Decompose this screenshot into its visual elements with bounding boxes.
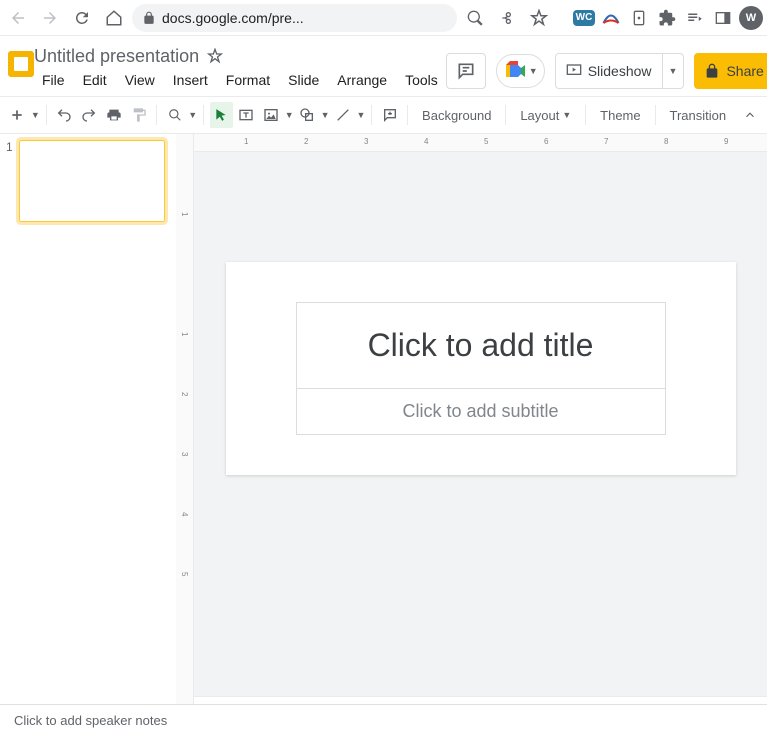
menu-slide[interactable]: Slide [280, 70, 327, 96]
extension-device-icon[interactable] [627, 6, 651, 30]
slide-number: 1 [6, 140, 13, 222]
explore-bar[interactable] [194, 696, 767, 704]
zoom-dropdown[interactable]: ▼ [188, 102, 197, 128]
canvas[interactable]: Click to add title Click to add subtitle [194, 152, 767, 704]
extension-wc-icon[interactable]: WC [573, 10, 595, 26]
subtitle-placeholder[interactable]: Click to add subtitle [296, 389, 666, 435]
format-toolbar: ▼ ▼ ▼ ▼ ▼ Background Layout▼ Theme Trans… [0, 96, 767, 134]
menu-tools[interactable]: Tools [397, 70, 446, 96]
line-dropdown[interactable]: ▼ [356, 102, 365, 128]
theme-button[interactable]: Theme [592, 102, 648, 128]
extensions-puzzle-icon[interactable] [655, 6, 679, 30]
lock-icon [142, 11, 156, 25]
background-button[interactable]: Background [414, 102, 499, 128]
slides-logo-icon[interactable] [8, 44, 34, 84]
horizontal-ruler[interactable]: 1 2 3 4 5 6 7 8 9 [194, 134, 767, 152]
print-button[interactable] [103, 102, 126, 128]
app-header: Untitled presentation File Edit View Ins… [0, 36, 767, 96]
meet-button[interactable]: ▼ [496, 54, 545, 88]
browser-toolbar: docs.google.com/pre... WC W [0, 0, 767, 36]
speaker-notes[interactable]: Click to add speaker notes [0, 704, 767, 740]
menu-arrange[interactable]: Arrange [329, 70, 395, 96]
star-document-icon[interactable] [207, 48, 223, 64]
slide-thumbnail[interactable]: 1 [6, 140, 170, 222]
line-tool[interactable] [332, 102, 355, 128]
meet-icon [503, 59, 527, 83]
transition-button[interactable]: Transition [662, 102, 735, 128]
undo-button[interactable] [53, 102, 76, 128]
paint-format-button[interactable] [127, 102, 150, 128]
main-area: 1 1 1 2 3 4 5 1 2 3 4 5 6 7 8 [0, 134, 767, 704]
lock-icon [704, 63, 720, 79]
play-icon [566, 63, 582, 79]
slide[interactable]: Click to add title Click to add subtitle [226, 262, 736, 475]
menu-view[interactable]: View [117, 70, 163, 96]
menu-file[interactable]: File [34, 70, 73, 96]
new-slide-button[interactable] [6, 102, 29, 128]
share-label: Share [726, 63, 763, 79]
bookmark-star-icon[interactable] [525, 4, 553, 32]
slide-thumbnail-preview[interactable] [19, 140, 165, 222]
shape-tool[interactable] [296, 102, 319, 128]
extension-playlist-icon[interactable] [683, 6, 707, 30]
slide-thumbnails-panel[interactable]: 1 [0, 134, 176, 704]
profile-avatar[interactable]: W [739, 6, 763, 30]
layout-button[interactable]: Layout▼ [512, 102, 579, 128]
reload-button[interactable] [68, 4, 96, 32]
image-tool[interactable] [260, 102, 283, 128]
menu-format[interactable]: Format [218, 70, 278, 96]
shape-dropdown[interactable]: ▼ [321, 102, 330, 128]
image-dropdown[interactable]: ▼ [285, 102, 294, 128]
zoom-button[interactable] [163, 102, 186, 128]
share-button[interactable]: Share [694, 53, 767, 89]
slideshow-label: Slideshow [588, 63, 652, 79]
extension-sidepanel-icon[interactable] [711, 6, 735, 30]
collapse-toolbar-button[interactable] [738, 102, 761, 128]
menu-edit[interactable]: Edit [75, 70, 115, 96]
back-button[interactable] [4, 4, 32, 32]
share-url-icon[interactable] [493, 4, 521, 32]
comments-button[interactable] [446, 53, 486, 89]
home-button[interactable] [100, 4, 128, 32]
slideshow-button[interactable]: Slideshow [555, 53, 663, 89]
new-slide-dropdown[interactable]: ▼ [31, 102, 40, 128]
select-tool[interactable] [210, 102, 233, 128]
comment-tool[interactable] [378, 102, 401, 128]
title-placeholder[interactable]: Click to add title [296, 302, 666, 389]
address-bar[interactable]: docs.google.com/pre... [132, 4, 457, 32]
url-text: docs.google.com/pre... [162, 10, 304, 26]
extension-swoosh-icon[interactable] [599, 6, 623, 30]
slideshow-dropdown[interactable]: ▼ [663, 53, 685, 89]
document-title[interactable]: Untitled presentation [34, 46, 199, 67]
textbox-tool[interactable] [235, 102, 258, 128]
zoom-icon[interactable] [461, 4, 489, 32]
redo-button[interactable] [78, 102, 101, 128]
vertical-ruler[interactable]: 1 1 2 3 4 5 [176, 134, 194, 704]
chevron-down-icon: ▼ [529, 66, 538, 76]
forward-button[interactable] [36, 4, 64, 32]
menu-bar: File Edit View Insert Format Slide Arran… [34, 70, 446, 96]
menu-insert[interactable]: Insert [165, 70, 216, 96]
